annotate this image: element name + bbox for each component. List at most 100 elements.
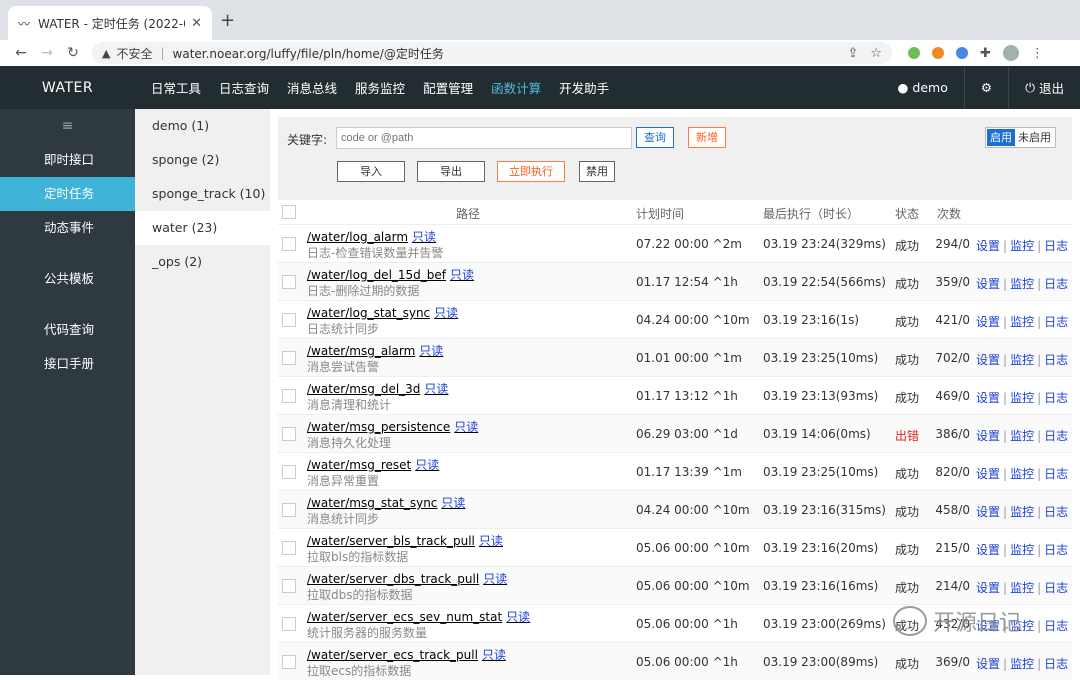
row-checkbox[interactable]	[282, 427, 296, 441]
group-item-active[interactable]: water (23)	[135, 211, 270, 245]
export-button[interactable]: 导出	[417, 161, 485, 182]
avatar[interactable]	[1003, 45, 1019, 61]
settings-link[interactable]: 设置	[976, 657, 1000, 671]
browser-tab[interactable]: 〰 WATER - 定时任务 (2022-03-1… ✕	[8, 6, 212, 40]
monitor-link[interactable]: 监控	[1010, 505, 1034, 519]
readonly-link[interactable]: 只读	[412, 230, 436, 244]
task-path-link[interactable]: /water/msg_alarm只读	[307, 342, 443, 359]
extension-green-icon[interactable]	[908, 47, 920, 59]
url-text[interactable]: water.noear.org/luffy/file/pln/home/@定时任…	[173, 45, 836, 62]
log-link[interactable]: 日志	[1044, 543, 1068, 557]
readonly-link[interactable]: 只读	[506, 610, 530, 624]
more-menu-icon[interactable]: ⋮	[1031, 46, 1044, 61]
log-link[interactable]: 日志	[1044, 657, 1068, 671]
readonly-link[interactable]: 只读	[419, 344, 443, 358]
close-tab-icon[interactable]: ✕	[191, 16, 202, 31]
settings-link[interactable]: 设置	[976, 429, 1000, 443]
settings-button[interactable]: ⚙	[964, 66, 1008, 109]
row-checkbox[interactable]	[282, 503, 296, 517]
settings-link[interactable]: 设置	[976, 467, 1000, 481]
task-path-link[interactable]: /water/server_bls_track_pull只读	[307, 532, 503, 549]
settings-link[interactable]: 设置	[976, 353, 1000, 367]
task-path-link[interactable]: /water/msg_persistence只读	[307, 418, 478, 435]
row-checkbox[interactable]	[282, 389, 296, 403]
settings-link[interactable]: 设置	[976, 315, 1000, 329]
row-checkbox[interactable]	[282, 541, 296, 555]
sidebar-item-dynamic-events[interactable]: 动态事件	[0, 211, 135, 245]
row-checkbox[interactable]	[282, 275, 296, 289]
log-link[interactable]: 日志	[1044, 619, 1068, 633]
row-checkbox[interactable]	[282, 351, 296, 365]
log-link[interactable]: 日志	[1044, 467, 1068, 481]
monitor-link[interactable]: 监控	[1010, 315, 1034, 329]
row-checkbox[interactable]	[282, 313, 296, 327]
task-path-link[interactable]: /water/msg_stat_sync只读	[307, 494, 465, 511]
menu-item[interactable]: 开发助手	[559, 78, 609, 97]
menu-item[interactable]: 日志查询	[219, 78, 269, 97]
readonly-link[interactable]: 只读	[482, 648, 506, 662]
sidebar-item-api-manual[interactable]: 接口手册	[0, 347, 135, 381]
share-icon[interactable]: ⇪	[847, 46, 858, 61]
task-path-link[interactable]: /water/server_ecs_sev_num_stat只读	[307, 608, 530, 625]
log-link[interactable]: 日志	[1044, 581, 1068, 595]
extension-fox-icon[interactable]	[932, 47, 944, 59]
readonly-link[interactable]: 只读	[454, 420, 478, 434]
sidebar-item-scheduled-tasks[interactable]: 定时任务	[0, 177, 135, 211]
settings-link[interactable]: 设置	[976, 391, 1000, 405]
address-bar[interactable]: ▲ 不安全 | water.noear.org/luffy/file/pln/h…	[92, 42, 892, 64]
row-checkbox[interactable]	[282, 655, 296, 669]
select-all-checkbox[interactable]	[282, 205, 296, 219]
sidebar-item-code-search[interactable]: 代码查询	[0, 313, 135, 347]
monitor-link[interactable]: 监控	[1010, 581, 1034, 595]
readonly-link[interactable]: 只读	[479, 534, 503, 548]
menu-item-active[interactable]: 函数计算	[491, 78, 541, 97]
logout-button[interactable]: ⏻ 退出	[1008, 66, 1080, 109]
menu-item[interactable]: 日常工具	[151, 78, 201, 97]
sidebar-item-instant-api[interactable]: 即时接口	[0, 143, 135, 177]
hamburger-icon[interactable]: ≡	[0, 109, 135, 143]
task-path-link[interactable]: /water/msg_del_3d只读	[307, 380, 448, 397]
monitor-link[interactable]: 监控	[1010, 353, 1034, 367]
group-item[interactable]: _ops (2)	[135, 245, 270, 279]
new-tab-button[interactable]: +	[220, 10, 235, 31]
readonly-link[interactable]: 只读	[434, 306, 458, 320]
menu-item[interactable]: 配置管理	[423, 78, 473, 97]
settings-link[interactable]: 设置	[976, 543, 1000, 557]
monitor-link[interactable]: 监控	[1010, 391, 1034, 405]
task-path-link[interactable]: /water/log_alarm只读	[307, 228, 436, 245]
run-now-button[interactable]: 立即执行	[497, 161, 565, 182]
menu-item[interactable]: 服务监控	[355, 78, 405, 97]
query-button[interactable]: 查询	[636, 127, 674, 148]
group-item[interactable]: sponge_track (10)	[135, 177, 270, 211]
monitor-link[interactable]: 监控	[1010, 429, 1034, 443]
task-path-link[interactable]: /water/msg_reset只读	[307, 456, 439, 473]
task-path-link[interactable]: /water/log_del_15d_bef只读	[307, 266, 474, 283]
task-path-link[interactable]: /water/server_dbs_track_pull只读	[307, 570, 507, 587]
add-button[interactable]: 新增	[688, 127, 726, 148]
task-path-link[interactable]: /water/log_stat_sync只读	[307, 304, 458, 321]
settings-link[interactable]: 设置	[976, 581, 1000, 595]
log-link[interactable]: 日志	[1044, 391, 1068, 405]
reload-icon[interactable]: ↻	[60, 45, 86, 61]
row-checkbox[interactable]	[282, 465, 296, 479]
readonly-link[interactable]: 只读	[441, 496, 465, 510]
log-link[interactable]: 日志	[1044, 315, 1068, 329]
log-link[interactable]: 日志	[1044, 277, 1068, 291]
readonly-link[interactable]: 只读	[415, 458, 439, 472]
log-link[interactable]: 日志	[1044, 429, 1068, 443]
menu-item[interactable]: 消息总线	[287, 78, 337, 97]
settings-link[interactable]: 设置	[976, 277, 1000, 291]
log-link[interactable]: 日志	[1044, 239, 1068, 253]
forward-icon[interactable]: →	[34, 45, 60, 61]
monitor-link[interactable]: 监控	[1010, 467, 1034, 481]
monitor-link[interactable]: 监控	[1010, 239, 1034, 253]
extension-blue-icon[interactable]	[956, 47, 968, 59]
monitor-link[interactable]: 监控	[1010, 277, 1034, 291]
row-checkbox[interactable]	[282, 617, 296, 631]
toggle-enabled[interactable]: 启用	[987, 129, 1015, 146]
keyword-input[interactable]	[336, 127, 632, 149]
group-item[interactable]: demo (1)	[135, 109, 270, 143]
sidebar-item-public-templates[interactable]: 公共模板	[0, 262, 135, 296]
monitor-link[interactable]: 监控	[1010, 543, 1034, 557]
log-link[interactable]: 日志	[1044, 353, 1068, 367]
